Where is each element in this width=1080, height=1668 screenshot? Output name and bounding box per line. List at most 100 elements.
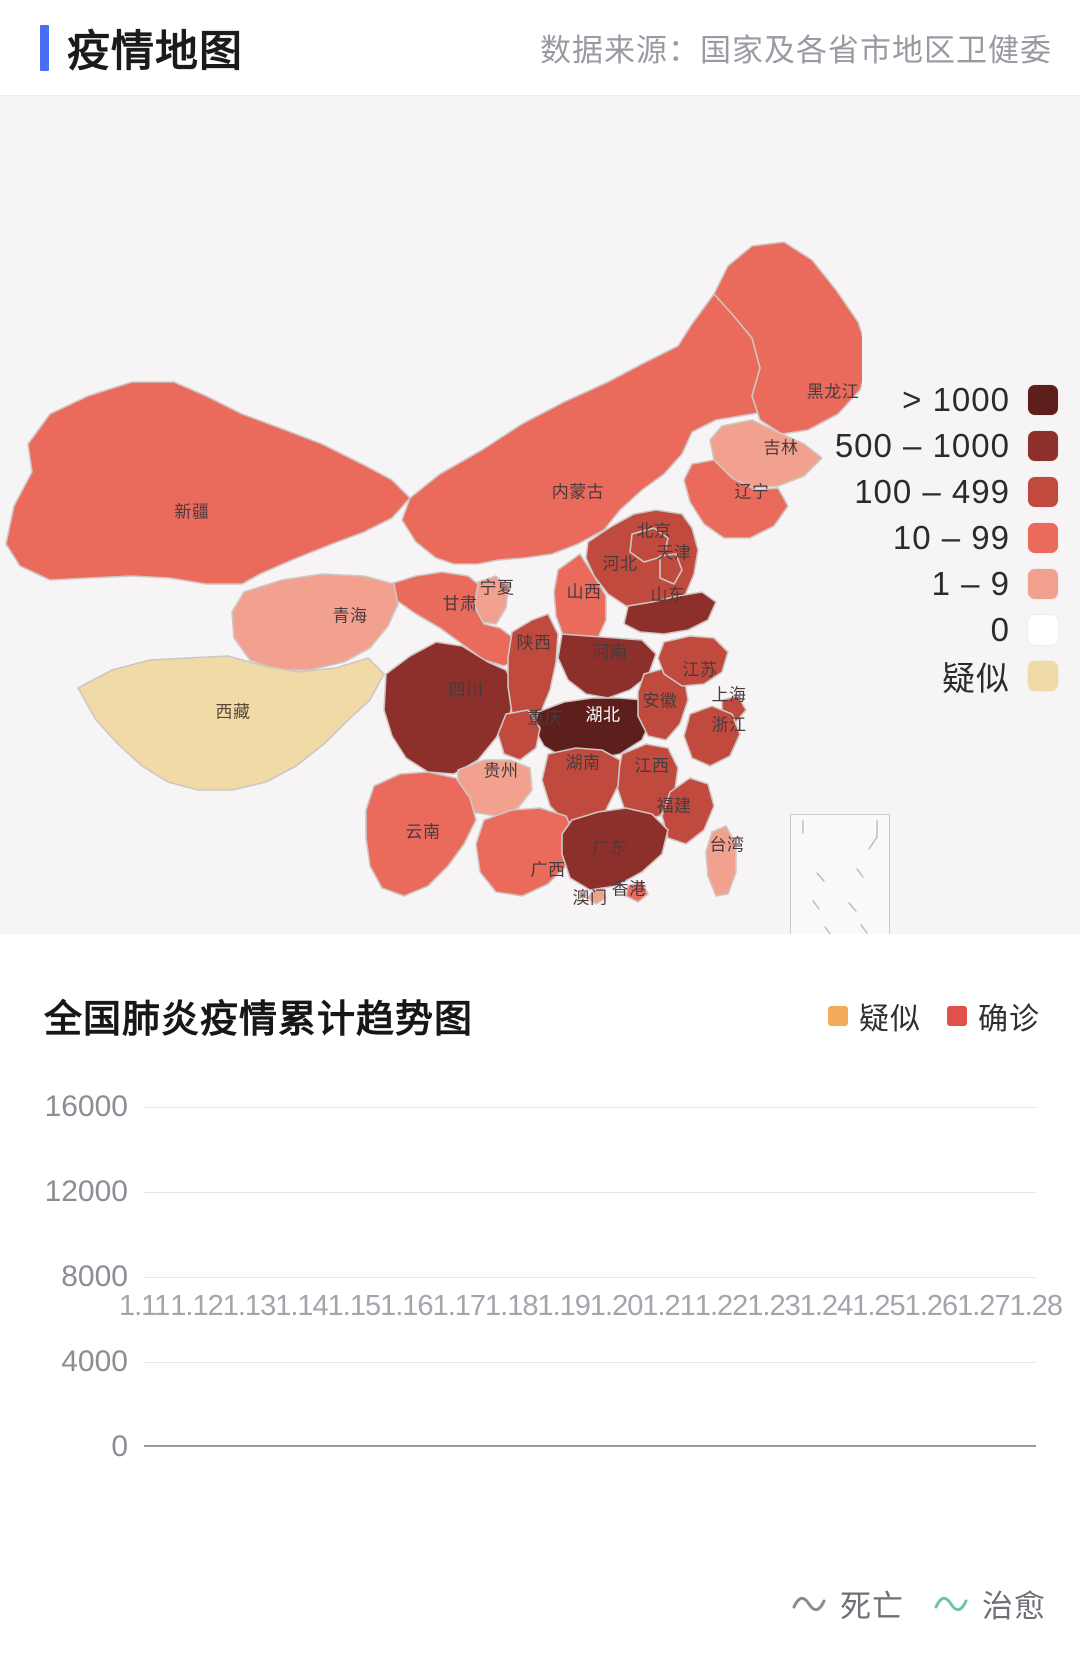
province-label-taiwan: 台湾 <box>709 835 745 855</box>
bar-cell[interactable] <box>194 1107 244 1447</box>
province-label-hubei: 湖北 <box>585 705 621 725</box>
bar-cell[interactable] <box>342 1107 392 1447</box>
chart-legend-item-suspected[interactable]: 疑似 <box>828 994 921 1038</box>
legend-label: 100 – 499 <box>854 473 1010 510</box>
wave-line-icon <box>792 1596 826 1611</box>
legend-row[interactable]: > 1000 <box>902 381 1058 419</box>
legend-row[interactable]: 10 – 99 <box>893 519 1058 557</box>
legend-label: 1 – 9 <box>931 565 1010 602</box>
x-axis-tick: 1.23 <box>747 1290 800 1322</box>
x-axis-tick: 1.21 <box>642 1290 695 1322</box>
province-label-xinjiang: 新疆 <box>174 502 210 522</box>
legend-swatch <box>1028 385 1058 415</box>
bar-cell[interactable] <box>293 1107 343 1447</box>
legend-row[interactable]: 500 – 1000 <box>835 427 1058 465</box>
province-label-anhui: 安徽 <box>642 691 678 711</box>
legend-swatch <box>1028 523 1058 553</box>
bar-group <box>144 1107 1036 1447</box>
bar-cell[interactable] <box>144 1107 194 1447</box>
province-label-tianjin: 天津 <box>656 543 692 563</box>
legend-swatch <box>1028 661 1058 691</box>
province-shape-qinghai <box>231 573 399 671</box>
province-label-zhejiang: 浙江 <box>711 715 747 735</box>
bottom-legend-item-cured[interactable]: 治愈 <box>934 1581 1046 1626</box>
province-label-hongkong: 香港 <box>611 879 647 899</box>
chart-legend-label: 疑似 <box>859 1002 921 1036</box>
epidemic-map-page: 疫情地图 数据来源：国家及各省市地区卫健委 黑龙江 吉林 辽宁 内蒙古 新疆 北… <box>0 0 1080 1668</box>
bottom-legend: 死亡 治愈 <box>0 1581 1046 1626</box>
province-label-yunnan: 云南 <box>405 822 441 842</box>
province-label-qinghai: 青海 <box>332 606 368 626</box>
confirmed-color-dot <box>947 1005 967 1026</box>
x-axis-tick: 1.24 <box>799 1290 853 1322</box>
province-label-macau: 澳门 <box>572 888 608 908</box>
bar-cell[interactable] <box>491 1107 541 1447</box>
x-axis-tick: 1.15 <box>327 1290 381 1322</box>
legend-row[interactable]: 1 – 9 <box>932 565 1058 603</box>
page-header: 疫情地图 数据来源：国家及各省市地区卫健委 <box>0 0 1080 96</box>
plot-area: 16000 12000 8000 4000 0 <box>45 1090 1036 1463</box>
bar-cell[interactable] <box>788 1107 838 1447</box>
province-label-gansu: 甘肃 <box>442 594 478 614</box>
bar-cell[interactable] <box>838 1107 888 1447</box>
bar-cell[interactable] <box>441 1107 491 1447</box>
province-label-shaanxi: 陕西 <box>516 633 552 653</box>
province-label-shandong: 山东 <box>650 585 686 605</box>
legend-swatch <box>1028 615 1058 645</box>
x-axis-tick: 1.20 <box>589 1290 643 1322</box>
x-axis-tick: 1.27 <box>957 1290 1010 1322</box>
legend-row[interactable]: 疑似 <box>942 657 1058 697</box>
x-axis-tick: 1.12 <box>170 1290 223 1322</box>
x-axis-tick: 1.17 <box>432 1290 486 1322</box>
bar-cell[interactable] <box>640 1107 690 1447</box>
bottom-legend-label: 治愈 <box>982 1589 1046 1624</box>
south-sea-islands-inset: 南海诸岛 <box>790 814 890 934</box>
province-label-guizhou: 贵州 <box>483 761 519 781</box>
china-map-svg[interactable] <box>0 114 862 914</box>
bar-cell[interactable] <box>887 1107 937 1447</box>
south-sea-islands-shapes <box>802 820 878 934</box>
x-axis-tick: 1.25 <box>852 1290 905 1322</box>
legend-swatch <box>1028 477 1058 507</box>
bar-cell[interactable] <box>937 1107 987 1447</box>
legend-swatch <box>1028 431 1058 461</box>
page-title: 疫情地图 <box>67 27 243 76</box>
x-axis-tick: 1.28 <box>1009 1290 1063 1322</box>
legend-row[interactable]: 100 – 499 <box>854 473 1058 511</box>
bar-cell[interactable] <box>541 1107 591 1447</box>
y-axis-tick: 4000 <box>61 1345 128 1378</box>
province-label-shanxi: 山西 <box>566 582 602 602</box>
bar-cell[interactable] <box>689 1107 739 1447</box>
bottom-legend-item-death[interactable]: 死亡 <box>792 1581 904 1626</box>
y-axis-tick: 12000 <box>44 1175 128 1208</box>
chart-legend-item-confirmed[interactable]: 确诊 <box>947 994 1040 1038</box>
x-axis-ticks: 1.11 1.12 1.13 1.14 1.15 1.16 1.17 1.18 1.19 1.20… <box>118 1290 1063 1323</box>
legend-label: 疑似 <box>942 660 1010 697</box>
bar-cell[interactable] <box>987 1107 1037 1447</box>
y-axis-tick: 16000 <box>44 1090 128 1123</box>
y-axis-tick: 0 <box>111 1430 128 1463</box>
bar-cell[interactable] <box>590 1107 640 1447</box>
map-legend: > 1000 500 – 1000 100 – 499 10 – 99 1 – … <box>835 381 1058 697</box>
x-axis-tick: 1.19 <box>537 1290 590 1322</box>
province-label-fujian: 福建 <box>656 796 692 816</box>
legend-label: > 1000 <box>902 381 1010 418</box>
x-axis-tick: 1.18 <box>485 1290 538 1322</box>
legend-row[interactable]: 0 <box>991 611 1058 649</box>
province-label-jilin: 吉林 <box>763 438 799 458</box>
province-label-henan: 河南 <box>592 642 628 662</box>
bar-chart-plot[interactable]: 16000 12000 8000 4000 0 <box>26 1090 1054 1463</box>
province-label-inner-mongolia: 内蒙古 <box>551 482 605 502</box>
bottom-legend-label: 死亡 <box>840 1589 904 1624</box>
province-shape-guangxi <box>475 807 577 897</box>
bar-cell[interactable] <box>243 1107 293 1447</box>
trend-chart-panel: 全国肺炎疫情累计趋势图 疑似 确诊 16000 12000 8000 4000 … <box>0 934 1080 1668</box>
x-axis-tick: 1.13 <box>222 1290 276 1322</box>
china-map-panel[interactable]: 黑龙江 吉林 辽宁 内蒙古 新疆 北京 天津 河北 宁夏 山西 甘肃 青海 山东… <box>0 96 1080 934</box>
province-label-guangxi: 广西 <box>530 860 566 880</box>
bar-cell[interactable] <box>392 1107 442 1447</box>
data-source-label: 数据来源：国家及各省市地区卫健委 <box>540 33 1052 68</box>
bar-cell[interactable] <box>739 1107 789 1447</box>
province-shape-xinjiang <box>5 381 411 585</box>
x-axis-tick: 1.22 <box>694 1290 748 1322</box>
